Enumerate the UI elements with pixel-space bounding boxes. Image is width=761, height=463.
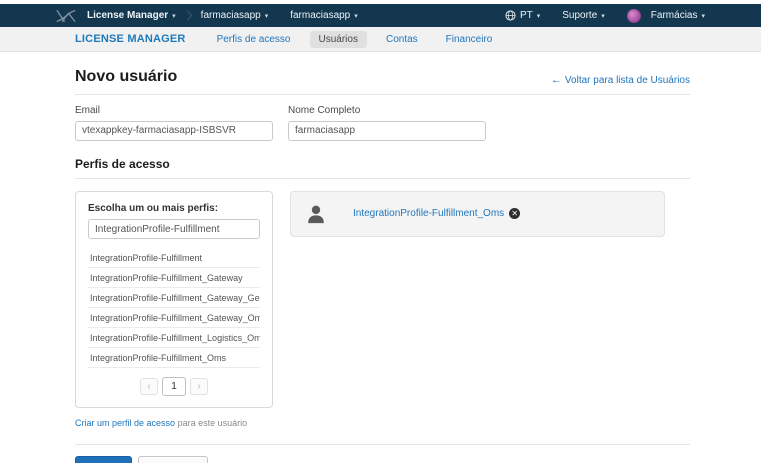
email-field-group: Email [75,105,273,141]
selected-profile-chip: IntegrationProfile-Fulfillment_Oms ✕ [353,208,520,219]
full-name-label: Nome Completo [288,105,486,116]
profile-option[interactable]: IntegrationProfile-Fulfillment_Gateway [88,268,260,288]
profile-option[interactable]: IntegrationProfile-Fulfillment_Oms [88,348,260,368]
profile-option[interactable]: IntegrationProfile-Fulfillment [88,248,260,268]
user-form: Email Nome Completo [75,105,690,141]
breadcrumb-separator-icon [182,11,192,21]
person-icon [305,203,327,225]
page-next-button[interactable]: › [190,378,208,395]
product-menu[interactable]: License Manager ▾ [87,10,176,21]
chevron-down-icon: ▾ [537,13,541,20]
vtex-logo-icon[interactable] [55,9,77,23]
topbar: License Manager ▾ farmaciasapp ▾ farmaci… [0,4,761,27]
user-menu[interactable]: Farmácias ▾ [627,9,705,23]
chevron-down-icon: ▾ [354,13,358,20]
tab-financeiro[interactable]: Financeiro [437,31,502,48]
save-button[interactable]: Salvar [75,456,132,463]
page-number[interactable]: 1 [162,377,186,396]
email-label: Email [75,105,273,116]
support-menu[interactable]: Suporte ▾ [562,10,605,21]
tab-usuarios[interactable]: Usuários [310,31,367,48]
account-menu-label: farmaciasapp [201,10,261,21]
license-manager-screen: License Manager ▾ farmaciasapp ▾ farmaci… [0,0,761,463]
full-name-input[interactable] [288,121,486,141]
app-navbar: LICENSE MANAGER Perfis de acesso Usuário… [0,27,761,52]
remove-profile-icon[interactable]: ✕ [509,208,520,219]
user-label: Farmácias [651,10,698,21]
language-menu[interactable]: PT ▾ [505,10,540,21]
selected-profiles-panel: IntegrationProfile-Fulfillment_Oms ✕ [290,191,665,237]
create-profile-link[interactable]: Criar um perfil de acesso [75,418,175,428]
tab-contas[interactable]: Contas [377,31,427,48]
chevron-down-icon: ▾ [601,13,605,20]
profiles-section-title: Perfis de acesso [75,157,690,179]
pagination: ‹ 1 › [88,377,260,396]
product-menu-label: License Manager [87,10,168,21]
back-link-label: Voltar para lista de Usuários [565,75,690,86]
support-label: Suporte [562,10,597,21]
globe-icon [505,10,516,21]
picker-label: Escolha um ou mais perfis: [88,203,260,214]
language-label: PT [520,10,533,21]
footer-divider [75,444,690,445]
chevron-down-icon: ▾ [265,13,269,20]
profiles-picker-panel: Escolha um ou mais perfis: IntegrationPr… [75,191,273,409]
profiles-area: Escolha um ou mais perfis: IntegrationPr… [75,191,690,409]
topbar-right: PT ▾ Suporte ▾ Farmácias ▾ [505,9,705,23]
page-prev-button[interactable]: ‹ [140,378,158,395]
cancel-button[interactable]: Cancelar [138,456,208,463]
main-content: Novo usuário ← Voltar para lista de Usuá… [75,52,690,463]
back-to-users-link[interactable]: ← Voltar para lista de Usuários [551,74,690,86]
profile-option[interactable]: IntegrationProfile-Fulfillment_Logistics… [88,328,260,348]
chevron-down-icon: ▾ [172,13,176,20]
create-profile-suffix-text: para este usuário [178,418,248,428]
store-menu[interactable]: farmaciasapp ▾ [290,10,358,21]
page-title: Novo usuário [75,68,177,86]
form-actions: Salvar Cancelar [75,456,690,463]
chevron-down-icon: ▾ [701,13,705,20]
profile-option[interactable]: IntegrationProfile-Fulfillment_Gateway_G… [88,288,260,308]
create-profile-line: Criar um perfil de acesso para este usuá… [75,418,690,428]
full-name-field-group: Nome Completo [288,105,486,141]
app-brand[interactable]: LICENSE MANAGER [75,33,186,45]
tab-perfis-de-acesso[interactable]: Perfis de acesso [208,31,300,48]
back-arrow-icon: ← [551,74,562,86]
profile-options-list: IntegrationProfile-Fulfillment Integrati… [88,248,260,368]
profile-filter-input[interactable] [88,219,260,239]
store-menu-label: farmaciasapp [290,10,350,21]
email-input[interactable] [75,121,273,141]
page-header: Novo usuário ← Voltar para lista de Usuá… [75,52,690,95]
avatar [627,9,641,23]
account-menu[interactable]: farmaciasapp ▾ [201,10,269,21]
selected-profile-link[interactable]: IntegrationProfile-Fulfillment_Oms [353,208,504,219]
profile-option[interactable]: IntegrationProfile-Fulfillment_Gateway_O… [88,308,260,328]
